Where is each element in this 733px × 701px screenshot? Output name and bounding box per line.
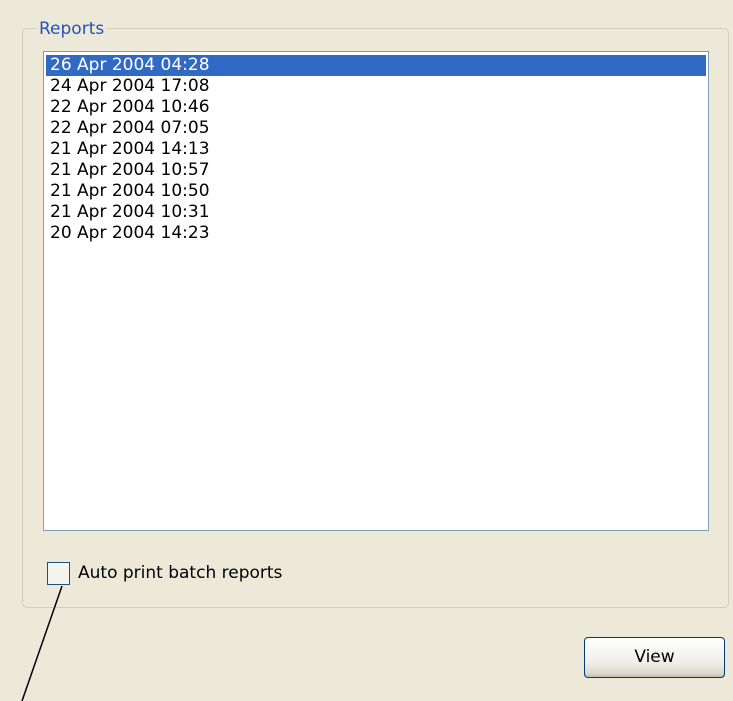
callout-pointer-line (21, 585, 63, 701)
reports-panel: Reports 26 Apr 2004 04:28 24 Apr 2004 17… (0, 0, 733, 701)
